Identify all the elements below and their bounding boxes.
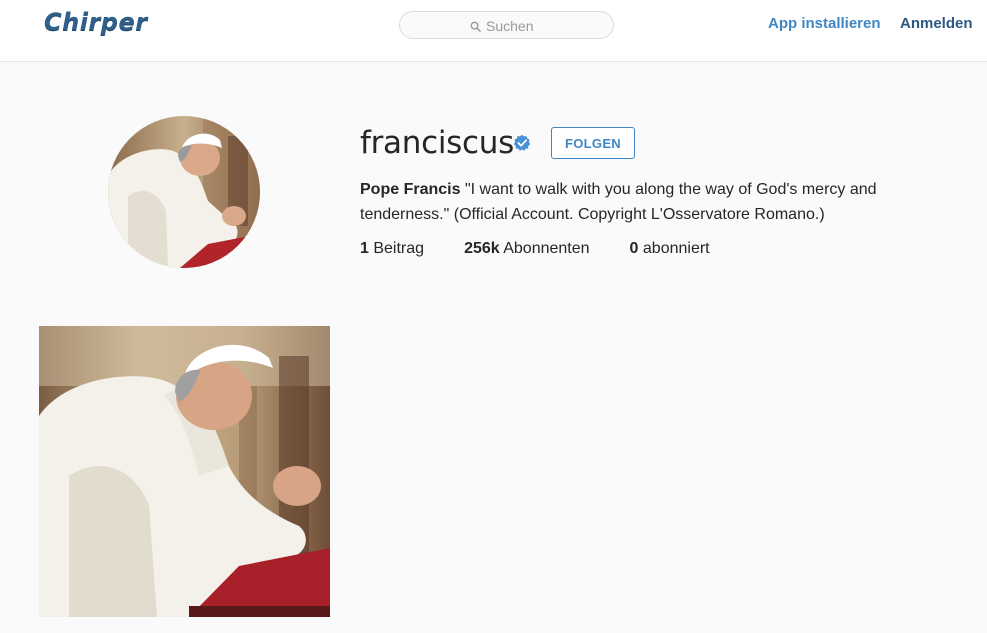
- install-app-link[interactable]: App installieren: [768, 15, 881, 32]
- search-input[interactable]: [486, 18, 596, 34]
- profile-avatar[interactable]: [108, 116, 260, 268]
- following-label: abonniert: [642, 240, 710, 257]
- login-link[interactable]: Anmelden: [900, 15, 973, 32]
- search-inner: [470, 18, 596, 34]
- posts-label: Beitrag: [373, 240, 425, 257]
- search-box[interactable]: [399, 11, 614, 39]
- chirper-logo[interactable]: Chirper: [44, 8, 148, 36]
- post-thumbnail[interactable]: [39, 326, 330, 617]
- followers-stat[interactable]: 256k Abonnenten: [464, 240, 589, 258]
- profile-stats: 1 Beitrag 256k Abonnenten 0 abonniert: [360, 240, 750, 258]
- posts-stat: 1 Beitrag: [360, 240, 424, 258]
- search-icon: [470, 21, 481, 32]
- following-count: 0: [629, 240, 639, 257]
- verified-badge-icon: [513, 134, 531, 151]
- following-stat[interactable]: 0 abonniert: [630, 240, 710, 258]
- bio-display-name: Pope Francis: [360, 181, 461, 198]
- posts-count: 1: [360, 240, 369, 257]
- followers-count: 256k: [464, 240, 500, 257]
- post-photo: [39, 326, 330, 617]
- followers-label: Abonnenten: [503, 240, 590, 257]
- profile-bio: Pope Francis "I want to walk with you al…: [360, 177, 920, 227]
- profile-username: franciscus: [360, 125, 514, 161]
- top-navigation-bar: Chirper App installieren Anmelden: [0, 0, 987, 62]
- avatar-photo: [108, 116, 260, 268]
- follow-button[interactable]: FOLGEN: [551, 127, 635, 159]
